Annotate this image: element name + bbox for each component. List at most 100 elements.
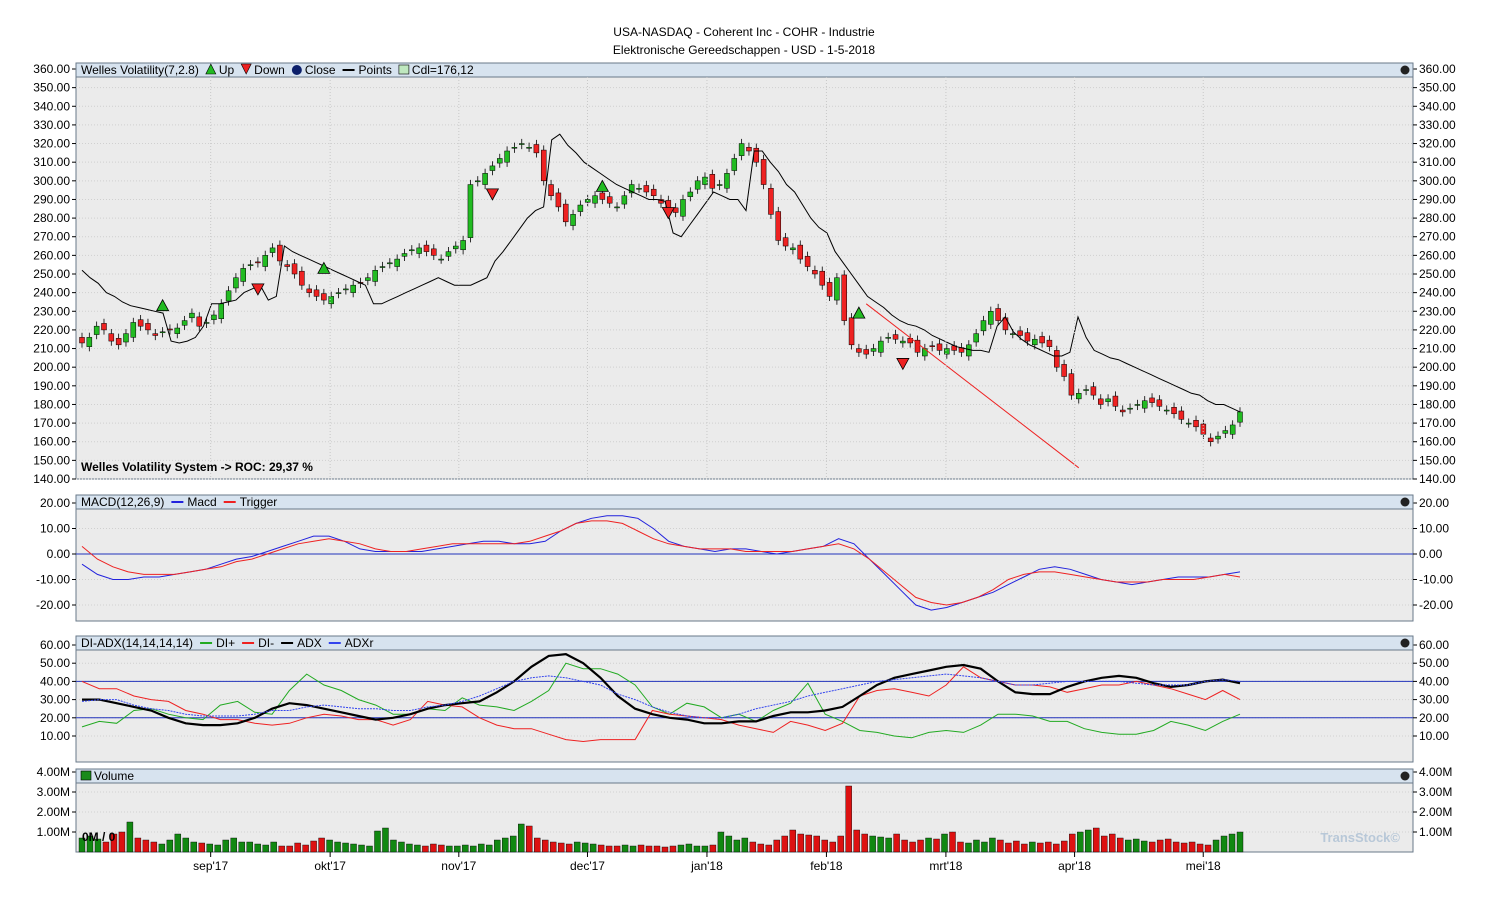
candle-body bbox=[240, 268, 246, 282]
legend-candle-icon bbox=[398, 64, 410, 75]
candle-body bbox=[123, 333, 129, 343]
candle-body bbox=[1083, 389, 1089, 391]
volume-bar bbox=[166, 839, 174, 853]
macd-tick-label-left: -10.00 bbox=[36, 573, 70, 587]
volume-bar bbox=[206, 843, 213, 853]
candle-body bbox=[1215, 435, 1221, 440]
volume-bar bbox=[374, 830, 381, 853]
volume-bar bbox=[1077, 831, 1084, 853]
price-tick-label-right: 150.00 bbox=[1419, 453, 1456, 467]
candle-body bbox=[284, 264, 290, 267]
price-tick-label-right: 350.00 bbox=[1419, 81, 1456, 95]
candle-body bbox=[438, 258, 444, 261]
candle-body bbox=[790, 247, 796, 251]
candle-body bbox=[115, 338, 122, 346]
volume-bar bbox=[1021, 843, 1028, 853]
volume-bar bbox=[270, 841, 277, 853]
volume-bar bbox=[430, 843, 437, 853]
candle-body bbox=[548, 184, 554, 196]
volume-bar bbox=[693, 845, 701, 853]
candle-body bbox=[782, 237, 789, 247]
candle-body bbox=[1024, 332, 1031, 342]
price-tick-label-left: 210.00 bbox=[33, 342, 70, 356]
volume-bar bbox=[549, 841, 557, 853]
candle-body bbox=[1097, 398, 1104, 405]
candle-body bbox=[416, 247, 422, 254]
price-tick-label-left: 270.00 bbox=[33, 230, 70, 244]
candle-body bbox=[892, 334, 899, 340]
candle-body bbox=[1178, 410, 1185, 420]
volume-bar bbox=[1164, 838, 1172, 853]
candle bbox=[467, 179, 474, 243]
volume-bar bbox=[126, 821, 134, 853]
price-tick-label-right: 230.00 bbox=[1419, 304, 1456, 318]
volume-bar bbox=[358, 844, 365, 853]
candle-body bbox=[394, 258, 400, 267]
candle-body bbox=[804, 256, 811, 267]
candle-body bbox=[995, 308, 1001, 321]
volume-bar bbox=[589, 843, 597, 853]
volume-bar bbox=[494, 839, 501, 853]
volume-bar bbox=[653, 845, 661, 853]
price-tick-label-left: 200.00 bbox=[33, 360, 70, 374]
candle bbox=[1068, 369, 1075, 400]
volume-bar bbox=[366, 845, 373, 853]
macd-legend-1: Macd bbox=[187, 495, 216, 509]
volume-bar bbox=[462, 844, 469, 853]
x-tick-label: okt'17 bbox=[314, 859, 346, 873]
volume-bar bbox=[1085, 829, 1092, 853]
volume-bar bbox=[669, 845, 677, 853]
candle-body bbox=[826, 282, 833, 297]
candle-body bbox=[372, 270, 378, 282]
candle-body bbox=[768, 188, 774, 215]
volume-bar bbox=[294, 842, 301, 853]
volume-bar bbox=[989, 837, 996, 853]
candle-body bbox=[482, 173, 488, 185]
price-tick-label-left: 180.00 bbox=[33, 397, 70, 411]
volume-bar bbox=[182, 837, 190, 853]
adx-tick-label-left: 60.00 bbox=[40, 638, 70, 652]
volume-bar bbox=[502, 837, 509, 853]
close-icon bbox=[1400, 65, 1410, 75]
volume-bar bbox=[1013, 840, 1020, 853]
candle-body bbox=[570, 214, 576, 226]
volume-bar bbox=[230, 837, 237, 853]
price-roc-note: Welles Volatility System -> ROC: 29,37 % bbox=[81, 460, 313, 474]
candle-body bbox=[321, 293, 327, 301]
volume-bar bbox=[573, 841, 581, 853]
candle-body bbox=[702, 176, 708, 185]
volume-bar bbox=[1148, 841, 1156, 853]
candle-body bbox=[262, 255, 268, 267]
volume-bar bbox=[621, 844, 629, 853]
volume-bar bbox=[470, 845, 477, 853]
volume-bar bbox=[1132, 838, 1140, 853]
adx-tick-label-right: 60.00 bbox=[1419, 638, 1449, 652]
volume-bar bbox=[238, 841, 245, 853]
candle-body bbox=[379, 266, 386, 268]
volume-bar bbox=[1045, 841, 1052, 853]
price-tick-label-left: 360.00 bbox=[33, 62, 70, 76]
price-tick-label-left: 340.00 bbox=[33, 99, 70, 113]
macd-legend-2: Trigger bbox=[240, 495, 278, 509]
price-tick-label-right: 320.00 bbox=[1419, 137, 1456, 151]
candle-body bbox=[775, 211, 782, 241]
volume-bar bbox=[390, 839, 397, 853]
candle-body bbox=[863, 349, 869, 355]
volume-bar bbox=[302, 844, 309, 853]
candle-body bbox=[328, 296, 334, 305]
candle-body bbox=[731, 158, 738, 171]
volume-bar bbox=[1196, 843, 1204, 853]
macd-tick-label-right: 10.00 bbox=[1419, 522, 1449, 536]
volume-bar bbox=[597, 844, 605, 853]
candle bbox=[834, 273, 840, 305]
price-legend-5: Cdl=176,12 bbox=[412, 63, 474, 77]
price-tick-label-left: 290.00 bbox=[33, 192, 70, 206]
volume-bar bbox=[1156, 839, 1164, 853]
candle-body bbox=[211, 314, 217, 320]
x-tick-label: mrt'18 bbox=[929, 859, 962, 873]
adx-panel-header-overlay bbox=[75, 635, 1414, 651]
adx-legend-3: ADX bbox=[297, 636, 322, 650]
volume-bar bbox=[885, 837, 892, 853]
candle-body bbox=[577, 204, 584, 212]
volume-current-label: 0M / 0 bbox=[82, 830, 116, 844]
